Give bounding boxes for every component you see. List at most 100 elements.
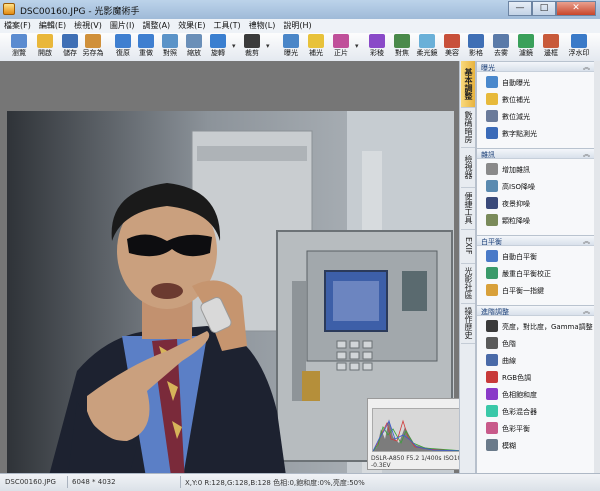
- toolbar-button-save-as[interactable]: 另存為: [80, 34, 106, 60]
- chevron-down-icon[interactable]: ▾: [266, 42, 270, 50]
- panel-item[interactable]: 夜景抑噪: [477, 195, 595, 212]
- side-tab[interactable]: 操作歷史: [461, 303, 475, 344]
- side-tab[interactable]: 基本調整: [461, 61, 475, 108]
- minimize-button[interactable]: —: [508, 1, 532, 16]
- soft-lens-icon: [419, 34, 435, 48]
- menu-item[interactable]: 說明(H): [279, 19, 315, 33]
- panel-item[interactable]: 模糊: [477, 437, 595, 454]
- histogram-window[interactable]: ✕ DSLR-A850 F5.2 1/400s ISO1000 -0.3EV: [367, 398, 471, 470]
- panel-item[interactable]: 數位補光: [477, 91, 595, 108]
- toolbar-button-browse[interactable]: 瀏覽: [6, 34, 32, 60]
- status-pixel-info: X,Y:0 R:128,G:128,B:128 色相:0,飽和度:0%,亮度:5…: [185, 479, 365, 487]
- toolbar-button-soft-lens[interactable]: 柔光鏡: [414, 34, 440, 60]
- panel-item[interactable]: 色彩混合器: [477, 403, 595, 420]
- panel-section-header[interactable]: 雜訊 ︽: [477, 148, 595, 159]
- collapse-icon[interactable]: ︽: [583, 306, 590, 316]
- menu-item[interactable]: 檔案(F): [0, 19, 35, 33]
- panel-item-label: 數位補光: [502, 96, 530, 104]
- toolbar-button-redo[interactable]: 重做: [133, 34, 159, 60]
- side-tab[interactable]: 數碼暗房: [461, 107, 475, 148]
- panel-item-label: 高ISO降噪: [502, 183, 536, 191]
- panel-item[interactable]: 增加雜訊: [477, 161, 595, 178]
- panel-item[interactable]: 曲線: [477, 352, 595, 369]
- toolbar-button-folder-open[interactable]: 開啟: [32, 34, 58, 60]
- frame-icon: [468, 34, 484, 48]
- fill-light-icon: [308, 34, 324, 48]
- app-logo-icon: [3, 3, 15, 15]
- panel-section-header[interactable]: 曝光 ︽: [477, 61, 595, 72]
- panel-item[interactable]: 白平衡一指鍵: [477, 282, 595, 299]
- exposure-icon: [283, 34, 299, 48]
- menu-item[interactable]: 效果(E): [174, 19, 209, 33]
- panel-item[interactable]: 色彩平衡: [477, 420, 595, 437]
- side-tab[interactable]: 檢視器: [461, 147, 475, 188]
- toolbar-button-focus[interactable]: 對焦: [389, 34, 415, 60]
- chevron-down-icon[interactable]: ▾: [355, 42, 359, 50]
- panel-item-label: 夜景抑噪: [502, 200, 530, 208]
- film-icon: [333, 34, 349, 48]
- panel-section-header[interactable]: 白平衡 ︽: [477, 235, 595, 246]
- panel-item-label: 亮度，對比度，Gamma調整: [502, 323, 593, 331]
- menu-item[interactable]: 調整(A): [138, 19, 174, 33]
- digital-fill-icon: [486, 93, 498, 105]
- toolbar-button-compare[interactable]: 對照: [157, 34, 183, 60]
- panel-section-title: 進階調整: [481, 308, 509, 316]
- brightness-icon: [486, 320, 498, 332]
- panel-item[interactable]: 亮度，對比度，Gamma調整: [477, 318, 595, 335]
- panel-item[interactable]: RGB色調: [477, 369, 595, 386]
- side-tab[interactable]: 便捷工具: [461, 187, 475, 230]
- folder-open-icon: [37, 34, 53, 48]
- menu-item[interactable]: 禮物(L): [245, 19, 280, 33]
- panel-section-header[interactable]: 進階調整 ︽: [477, 305, 595, 316]
- toolbar-button-crop[interactable]: 裁剪: [239, 34, 265, 60]
- toolbar-button-dehaze[interactable]: 去雾: [488, 34, 514, 60]
- panel-item[interactable]: 自動白平衡: [477, 248, 595, 265]
- histogram-plot: [372, 408, 466, 452]
- panel-item[interactable]: 色階: [477, 335, 595, 352]
- toolbar-button-label: 去雾: [494, 49, 508, 57]
- menu-item[interactable]: 編輯(E): [35, 19, 70, 33]
- title-bar[interactable]: DSC00160.JPG - 光影魔術手 — □ ✕: [0, 0, 600, 20]
- toolbar-button-beauty[interactable]: 美容: [439, 34, 465, 60]
- panel-item-label: 數字點測光: [502, 130, 537, 138]
- toolbar-button-border[interactable]: 邊框: [538, 34, 564, 60]
- panel-section-title: 雜訊: [481, 151, 495, 159]
- side-tab[interactable]: EXIF: [461, 229, 475, 264]
- collapse-icon[interactable]: ︽: [583, 62, 590, 72]
- magic-wand-icon: [369, 34, 385, 48]
- toolbar-button-watermark[interactable]: 浮水印: [566, 34, 592, 60]
- close-button[interactable]: ✕: [556, 1, 596, 16]
- toolbar-button-zoom[interactable]: 縮放: [181, 34, 207, 60]
- side-tab-bar: 基本調整 數碼暗房 檢視器 便捷工具 EXIF 光影社區 操作歷史: [459, 61, 476, 473]
- panel-item[interactable]: 數字點測光: [477, 125, 595, 142]
- toolbar-button-label: 彩稜: [370, 49, 384, 57]
- panel-item-label: 自動白平衡: [502, 253, 537, 261]
- toolbar-button-film[interactable]: 正片: [328, 34, 354, 60]
- menu-item[interactable]: 檢視(V): [70, 19, 106, 33]
- toolbar-button-exposure[interactable]: 曝光: [278, 34, 304, 60]
- toolbar-button-frame[interactable]: 影格: [463, 34, 489, 60]
- toolbar-button-label: 瀏覽: [12, 49, 26, 57]
- curves-icon: [486, 354, 498, 366]
- status-divider: [67, 476, 68, 488]
- toolbar-button-label: 美容: [445, 49, 459, 57]
- chevron-down-icon[interactable]: ▾: [232, 42, 236, 50]
- menu-item[interactable]: 工具(T): [209, 19, 244, 33]
- toolbar-button-fill-light[interactable]: 補光: [303, 34, 329, 60]
- panel-item[interactable]: 高ISO降噪: [477, 178, 595, 195]
- panel-scrollbar[interactable]: [594, 61, 600, 473]
- side-tab[interactable]: 光影社區: [461, 263, 475, 304]
- menu-item[interactable]: 圖片(I): [106, 19, 139, 33]
- panel-item[interactable]: 數位減光: [477, 108, 595, 125]
- panel-item[interactable]: 色相飽和度: [477, 386, 595, 403]
- panel-item[interactable]: 自動曝光: [477, 74, 595, 91]
- status-divider: [180, 476, 181, 488]
- collapse-icon[interactable]: ︽: [583, 236, 590, 246]
- collapse-icon[interactable]: ︽: [583, 149, 590, 159]
- panel-item[interactable]: 顆粒降噪: [477, 212, 595, 229]
- toolbar-button-magic-wand[interactable]: 彩稜: [364, 34, 390, 60]
- toolbar-button-rotate[interactable]: 旋轉: [205, 34, 231, 60]
- panel-item[interactable]: 嚴重白平衡校正: [477, 265, 595, 282]
- toolbar-button-filter[interactable]: 濾鏡: [513, 34, 539, 60]
- maximize-button[interactable]: □: [532, 1, 556, 16]
